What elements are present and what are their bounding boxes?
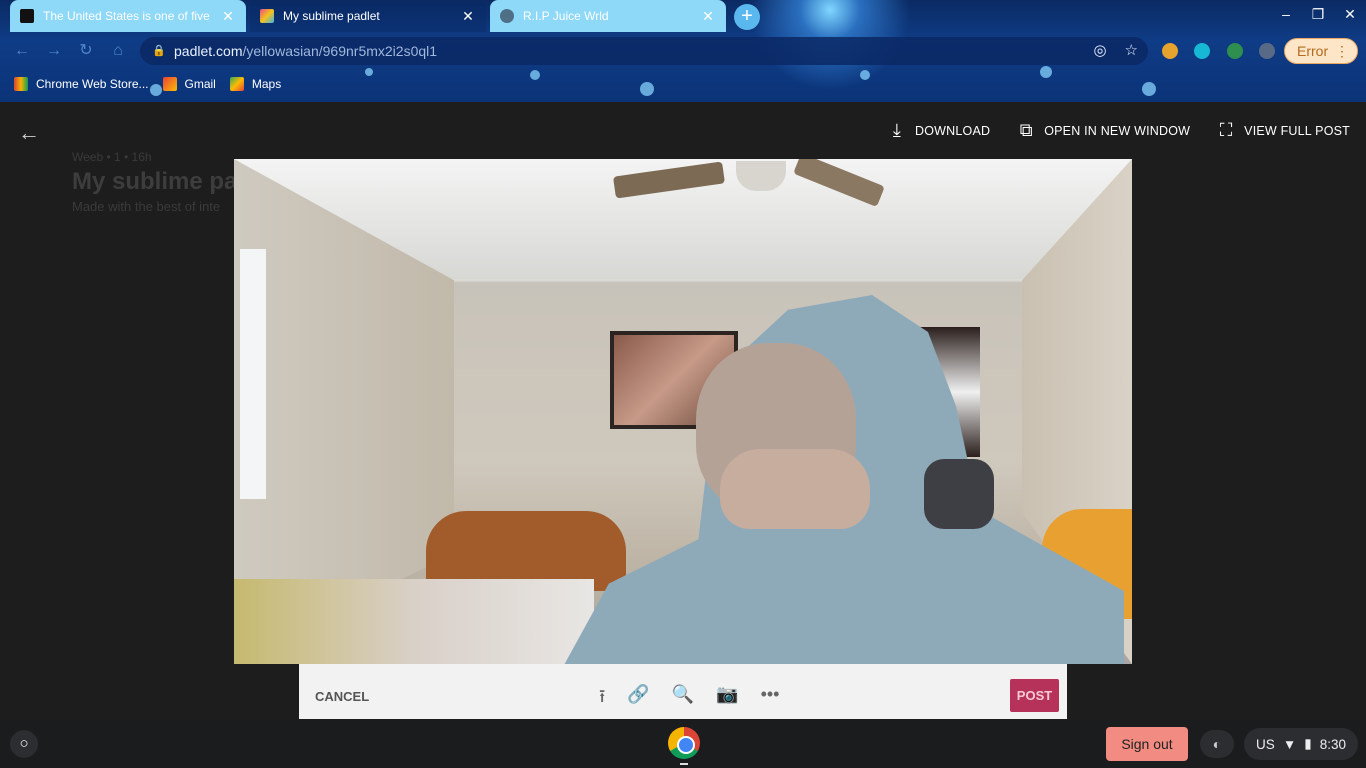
bookmark-chrome-web-store[interactable]: Chrome Web Store... [14, 77, 149, 91]
omnibox-icons: ◎ ☆ [1093, 37, 1138, 65]
plus-icon[interactable]: + [734, 4, 760, 30]
window-controls: – ❐ ✕ [1270, 6, 1366, 23]
maximize-icon[interactable]: ❐ [1302, 6, 1334, 23]
padlet-favicon-icon [260, 9, 274, 23]
padlet-page: Weeb • 1 • 16h My sublime pad Made with … [0, 102, 1366, 719]
web-store-icon [14, 77, 28, 91]
fullscreen-icon: ⛶ [1219, 120, 1233, 140]
reload-icon[interactable]: ↻ [76, 41, 96, 61]
back-icon[interactable]: ← [12, 41, 32, 61]
download-label: DOWNLOAD [915, 123, 991, 138]
running-indicator [680, 763, 688, 765]
location-icon[interactable]: ◎ [1093, 37, 1106, 65]
bookmark-label: Chrome Web Store... [36, 77, 149, 91]
extension-icon[interactable] [1194, 43, 1210, 59]
padlet-subtitle: Made with the best of inte [72, 199, 221, 214]
search-image-icon[interactable]: 🔍 [672, 684, 694, 714]
status-tray[interactable]: US ▼ ▮ 8:30 [1244, 728, 1358, 760]
extension-icon[interactable] [1227, 43, 1243, 59]
bookmarks-bar: Chrome Web Store... Gmail Maps [0, 72, 600, 96]
close-window-icon[interactable]: ✕ [1334, 6, 1366, 23]
address-bar[interactable]: 🔒 padlet.com/yellowasian/969nr5mx2i2s0ql… [140, 37, 1148, 65]
photo-watch [924, 459, 994, 529]
tab-my-sublime-padlet[interactable]: My sublime padlet ✕ [250, 0, 486, 32]
tab-strip: The United States is one of five c ✕ My … [0, 0, 1366, 32]
more-vertical-icon[interactable]: ⋮ [1335, 39, 1349, 63]
battery-icon: ▮ [1304, 736, 1312, 751]
tab-rip-juice-wrld[interactable]: R.I.P Juice Wrld ✕ [490, 0, 726, 32]
browser-chrome: The United States is one of five c ✕ My … [0, 0, 1366, 102]
close-tab-icon[interactable]: ✕ [220, 8, 236, 25]
view-full-post-button[interactable]: ⛶ VIEW FULL POST [1216, 120, 1350, 141]
url-host: padlet.com [174, 43, 243, 59]
minimize-icon[interactable]: – [1270, 6, 1302, 23]
bookmark-label: Maps [251, 77, 282, 91]
lock-icon: 🔒 [152, 45, 166, 57]
camera-icon[interactable]: 📷 [716, 684, 738, 714]
bold-b-favicon-icon [20, 9, 34, 23]
download-button[interactable]: ⤓ DOWNLOAD [887, 120, 990, 141]
view-full-post-label: VIEW FULL POST [1244, 123, 1350, 138]
photo-ceiling-fan [613, 159, 894, 211]
post-composer: CANCEL ⭱ 🔗 🔍 📷 ••• POST [299, 664, 1067, 719]
bookmark-star-icon[interactable]: ☆ [1125, 37, 1138, 65]
open-external-icon: ⧉ [1019, 120, 1033, 140]
star-decoration [1142, 82, 1156, 96]
padlet-author-line: Weeb • 1 • 16h [72, 150, 152, 164]
wifi-icon: ▼ [1282, 736, 1297, 752]
more-icon[interactable]: ••• [761, 684, 780, 714]
tab-title: My sublime padlet [283, 9, 380, 23]
tab-title: The United States is one of five c [43, 9, 212, 23]
launcher-icon[interactable]: ○ [10, 730, 38, 758]
bookmark-gmail[interactable]: Gmail [162, 77, 216, 91]
viewer-actions: ⤓ DOWNLOAD ⧉ OPEN IN NEW WINDOW ⛶ VIEW F… [887, 120, 1350, 141]
upload-icon[interactable]: ⭱ [599, 684, 605, 714]
bookmark-label: Gmail [184, 77, 216, 91]
clock: 8:30 [1319, 736, 1346, 752]
padlet-title: My sublime pad [72, 168, 253, 195]
error-label: Error [1297, 43, 1329, 59]
url-path: /yellowasian/969nr5mx2i2s0ql1 [242, 43, 438, 59]
sign-out-button[interactable]: Sign out [1106, 727, 1188, 761]
keyboard-layout: US [1256, 736, 1275, 752]
forward-icon[interactable]: → [44, 41, 64, 61]
download-icon: ⤓ [892, 120, 902, 140]
tab-united-states[interactable]: The United States is one of five c ✕ [10, 0, 246, 32]
os-shelf: ○ Sign out ◐ US ▼ ▮ 8:30 [0, 719, 1366, 768]
close-tab-icon[interactable]: ✕ [700, 8, 716, 25]
home-icon[interactable]: ⌂ [108, 41, 128, 61]
star-decoration [640, 82, 654, 96]
post-button[interactable]: POST [1010, 679, 1059, 712]
extension-icon[interactable] [1162, 43, 1178, 59]
browser-toolbar: ← → ↻ ⌂ 🔒 padlet.com/yellowasian/969nr5m… [0, 34, 1366, 68]
open-new-window-label: OPEN IN NEW WINDOW [1044, 123, 1191, 138]
close-tab-icon[interactable]: ✕ [460, 8, 476, 25]
open-in-new-window-button[interactable]: ⧉ OPEN IN NEW WINDOW [1016, 120, 1190, 141]
bookmark-maps[interactable]: Maps [229, 77, 282, 91]
back-arrow-icon[interactable]: ← [18, 120, 40, 146]
tab-title: R.I.P Juice Wrld [523, 9, 609, 23]
chrome-app-icon[interactable] [668, 727, 700, 759]
composer-attachments: ⭱ 🔗 🔍 📷 ••• [599, 684, 779, 714]
profile-error-button[interactable]: Error ⋮ [1284, 38, 1358, 64]
cancel-button[interactable]: CANCEL [315, 689, 369, 704]
accessibility-icon[interactable]: ◐ [1200, 730, 1234, 758]
extensions-puzzle-icon[interactable] [1259, 43, 1275, 59]
link-icon[interactable]: 🔗 [627, 684, 649, 714]
globe-favicon-icon [500, 9, 514, 23]
gmail-icon [162, 77, 177, 91]
post-photo [234, 159, 1132, 664]
photo-window [240, 249, 266, 499]
star-decoration [860, 70, 870, 80]
photo-bed [234, 579, 594, 664]
photo-person-hand [720, 449, 870, 529]
maps-icon [229, 77, 244, 91]
